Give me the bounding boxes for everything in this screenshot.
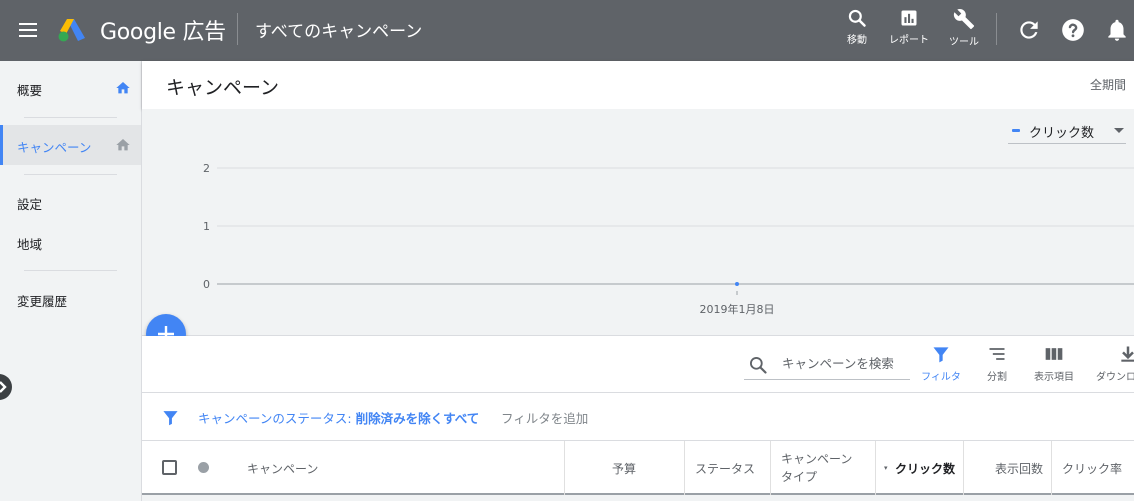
divider: [237, 13, 238, 45]
refresh-icon: [1020, 21, 1038, 39]
add-filter-link[interactable]: フィルタを追加: [501, 408, 588, 427]
reports-button[interactable]: レポート: [879, 8, 939, 46]
goto-button[interactable]: 移動: [827, 8, 887, 46]
segment-button[interactable]: 分割: [969, 344, 1025, 383]
download-button[interactable]: ダウンロ: [1092, 344, 1134, 383]
notifications-button[interactable]: [1104, 17, 1130, 43]
top-bar: Google 広告 すべてのキャンペーン 移動 レポート ツール: [0, 0, 1134, 61]
tools-label: ツール: [949, 37, 979, 48]
refresh-button[interactable]: [1016, 17, 1042, 43]
select-all-checkbox[interactable]: [162, 460, 177, 475]
date-range-selector[interactable]: 全期間: [1090, 76, 1126, 93]
columns-label: 表示項目: [1034, 372, 1074, 383]
metric-selector[interactable]: クリック数: [1008, 120, 1126, 144]
column-header-label: クリック数: [894, 462, 955, 476]
column-header-label: 表示回数: [994, 462, 1043, 476]
column-header-impressions[interactable]: 表示回数: [963, 441, 1051, 495]
y-tick-label: 2: [203, 162, 210, 175]
filter-icon: [933, 347, 949, 363]
y-tick-label: 1: [203, 220, 210, 233]
menu-icon[interactable]: [17, 19, 39, 41]
page-header: キャンペーン 全期間: [142, 61, 1134, 109]
table-header: キャンペーン 予算 ステータス キャンペーン タイプ クリック数 ▾ 表示回数 ク…: [142, 441, 1134, 495]
column-header-label: キャンペーン タイプ: [781, 452, 853, 484]
sidebar-item-label: キャンペーン: [17, 140, 92, 155]
campaign-search: [744, 350, 910, 380]
home-icon: [116, 139, 130, 151]
table-toolbar: フィルタ 分割 表示項目 ダウンロ: [142, 336, 1134, 393]
search-input[interactable]: [782, 356, 908, 371]
column-header-clicks[interactable]: クリック数 ▾: [875, 441, 963, 495]
dropdown-arrow-icon: [1114, 128, 1124, 133]
column-header-campaign-type[interactable]: キャンペーン タイプ: [770, 441, 875, 495]
sidebar-item-label: 設定: [17, 197, 43, 212]
search-icon: [848, 9, 866, 27]
account-context: すべてのキャンペーン: [255, 22, 423, 42]
y-tick-label: 0: [203, 278, 210, 291]
page-title: キャンペーン: [166, 77, 280, 99]
google-ads-app: Google 広告 すべてのキャンペーン 移動 レポート ツール 概要 キャンペ…: [0, 0, 1134, 501]
sidebar-item-locations[interactable]: 地域: [0, 222, 141, 262]
google-ads-logo: [58, 19, 85, 42]
column-header-budget[interactable]: 予算: [564, 441, 684, 495]
column-header-label: クリック率: [1062, 462, 1123, 476]
metric-label: クリック数: [1029, 126, 1095, 141]
x-tick-label: 2019年1月8日: [700, 302, 775, 316]
column-header-status[interactable]: ステータス: [684, 441, 770, 495]
divider: [24, 117, 117, 118]
bell-icon: [1108, 19, 1126, 41]
reports-label: レポート: [889, 35, 929, 46]
segment-icon: [989, 348, 1005, 360]
column-header-label: ステータス: [695, 462, 756, 476]
filter-icon: [163, 411, 178, 426]
sidebar-item-settings[interactable]: 設定: [0, 182, 141, 222]
filter-chip-value: 削除済みを除くすべて: [355, 411, 480, 426]
goto-label: 移動: [847, 35, 867, 46]
status-filter-chip[interactable]: キャンペーンのステータス: 削除済みを除くすべて: [198, 408, 479, 427]
sidebar-item-label: 地域: [17, 237, 43, 252]
brand-name: Google 広告: [100, 20, 226, 45]
tools-button[interactable]: ツール: [934, 8, 994, 48]
segment-label: 分割: [987, 372, 1007, 383]
sidebar: 概要 キャンペーン 設定 地域 変更履歴: [0, 61, 142, 501]
reports-icon: [901, 10, 917, 26]
divider: [996, 13, 997, 45]
filter-label: フィルタ: [921, 372, 961, 383]
sidebar-item-change-history[interactable]: 変更履歴: [0, 279, 141, 319]
sort-arrow-icon: ▾: [884, 464, 888, 472]
search-icon: [750, 357, 767, 374]
help-icon: [1062, 19, 1084, 41]
download-icon: [1121, 346, 1134, 362]
status-dot: [198, 462, 209, 473]
divider: [24, 174, 117, 175]
columns-icon: [1045, 348, 1063, 360]
data-point: [735, 282, 739, 286]
columns-button[interactable]: 表示項目: [1026, 344, 1082, 383]
series-swatch: [1012, 129, 1020, 132]
filter-chip-prefix: キャンペーンのステータス:: [198, 411, 352, 426]
sidebar-item-overview[interactable]: 概要: [0, 68, 141, 108]
column-header-ctr[interactable]: クリック率: [1051, 441, 1134, 495]
sidebar-item-label: 概要: [17, 83, 43, 98]
sidebar-item-label: 変更履歴: [17, 294, 68, 309]
filter-bar: キャンペーンのステータス: 削除済みを除くすべて フィルタを追加: [142, 393, 1134, 441]
sidebar-item-campaigns[interactable]: キャンペーン: [0, 125, 141, 165]
help-button[interactable]: [1060, 17, 1086, 43]
chevron-right-icon: [0, 381, 7, 393]
column-header-campaign[interactable]: キャンペーン: [247, 460, 318, 477]
home-icon: [116, 82, 130, 94]
wrench-icon: [953, 9, 975, 30]
sidebar-toggle-button[interactable]: [0, 374, 12, 400]
chart-canvas: 0 1 2 2019年1月8日: [203, 162, 1134, 316]
performance-chart: 0 1 2 2019年1月8日 クリック数: [142, 109, 1134, 336]
column-header-label: 予算: [611, 462, 636, 476]
download-label: ダウンロ: [1096, 372, 1134, 383]
filter-button[interactable]: フィルタ: [913, 344, 969, 383]
divider: [24, 270, 117, 271]
